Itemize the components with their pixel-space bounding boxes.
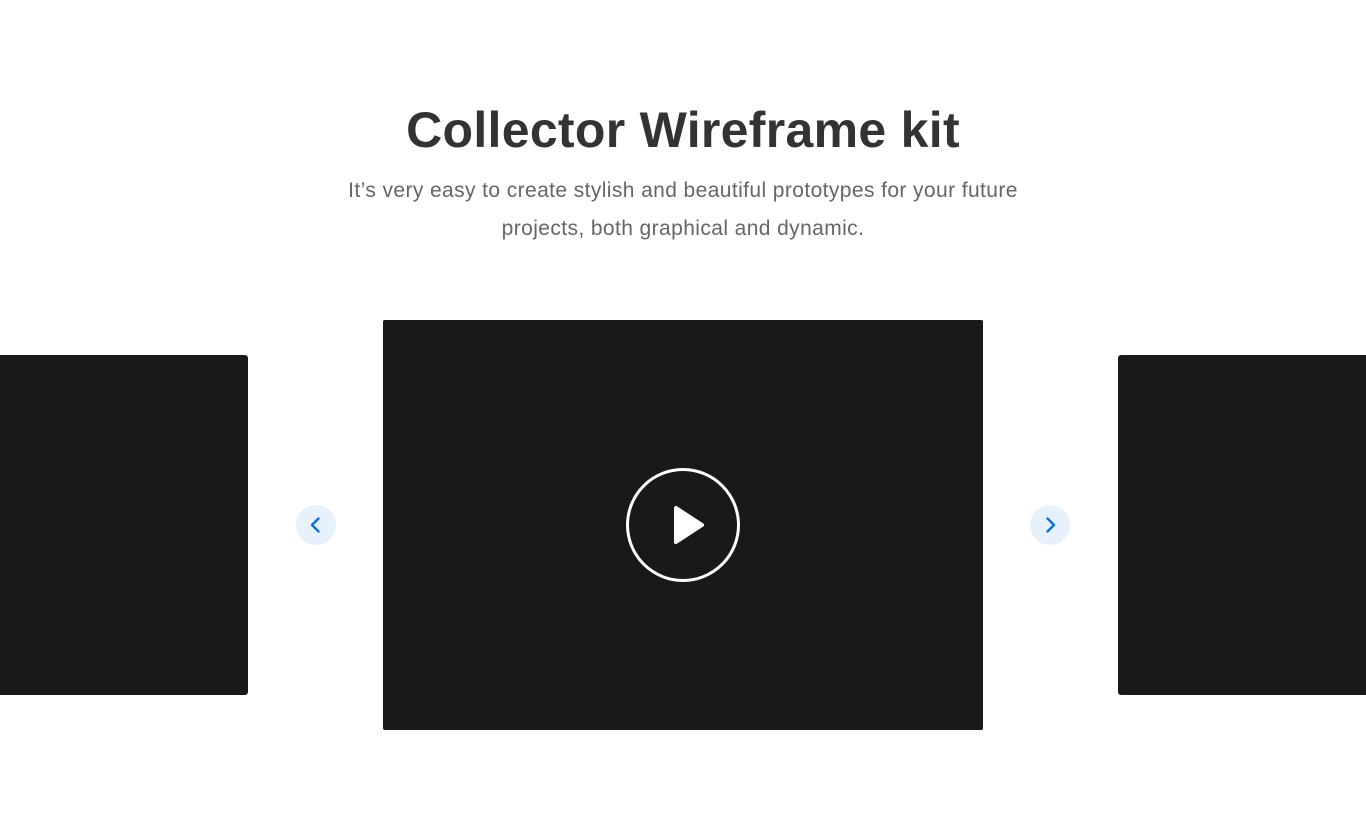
- page-title: Collector Wireframe kit: [406, 102, 960, 158]
- carousel-next-button[interactable]: [1030, 505, 1070, 545]
- chevron-right-icon: [1046, 517, 1056, 533]
- page-subtitle: It’s very easy to create stylish and bea…: [348, 179, 1018, 240]
- play-icon: [674, 506, 704, 544]
- carousel-slide-previous[interactable]: [0, 355, 248, 695]
- play-button[interactable]: [626, 468, 740, 582]
- chevron-left-icon: [310, 517, 320, 533]
- carousel-prev-button[interactable]: [296, 505, 336, 545]
- carousel-slide-next[interactable]: [1118, 355, 1366, 695]
- carousel-slide-video: [383, 320, 983, 730]
